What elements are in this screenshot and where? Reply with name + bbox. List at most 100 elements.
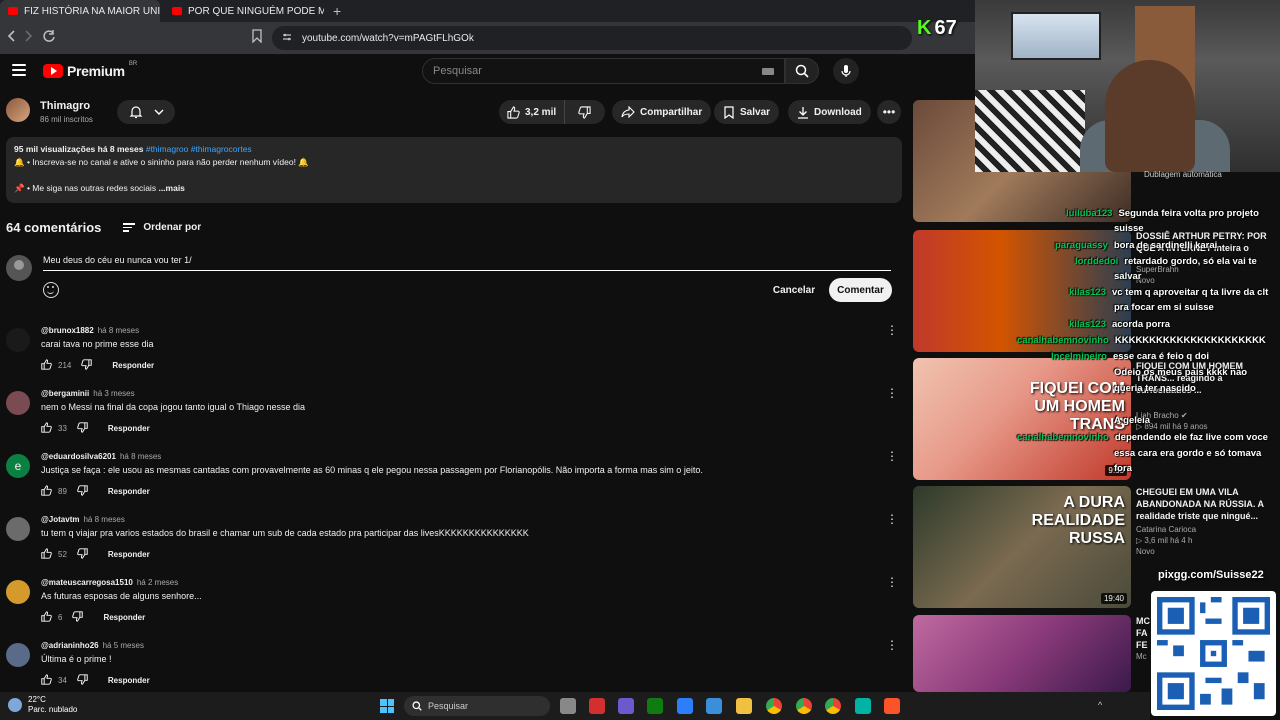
app-icon[interactable] <box>677 698 693 714</box>
keyboard-icon[interactable] <box>762 68 774 75</box>
thumbs-up-icon[interactable] <box>41 485 52 498</box>
thumbs-down-icon[interactable] <box>77 485 88 498</box>
windows-start-icon[interactable] <box>380 699 394 713</box>
file-explorer-icon[interactable] <box>736 698 752 714</box>
video-thumbnail[interactable] <box>913 615 1131 692</box>
voice-search-button[interactable] <box>833 58 859 84</box>
new-tab-button[interactable]: + <box>333 3 341 19</box>
site-info-icon[interactable] <box>282 32 292 45</box>
video-description[interactable]: 95 mil visualizações há 8 meses #thimagr… <box>6 137 902 203</box>
thumbs-up-icon[interactable] <box>41 422 52 435</box>
comment-more-icon[interactable]: ⋮ <box>886 387 898 399</box>
comment-more-icon[interactable]: ⋮ <box>886 324 898 336</box>
reply-button[interactable]: Responder <box>108 676 150 685</box>
download-button[interactable]: Download <box>788 100 871 124</box>
comment-author[interactable]: @bergaminii há 3 meses <box>41 389 135 398</box>
comment-actions: 214 Responder <box>41 359 154 372</box>
app-icon[interactable] <box>618 698 634 714</box>
thumbs-down-icon[interactable] <box>77 548 88 561</box>
reply-button[interactable]: Responder <box>112 361 154 370</box>
save-button[interactable]: Salvar <box>714 100 780 124</box>
channel-name[interactable]: Thimagro <box>40 100 90 112</box>
comment-avatar[interactable] <box>6 517 30 541</box>
comment-more-icon[interactable]: ⋮ <box>886 639 898 651</box>
comment-text: nem o Messi na final da copa jogou tanto… <box>41 402 306 412</box>
video-thumbnail[interactable]: FIQUEI COM UM HOMEM TRANS 9:55 <box>913 358 1131 480</box>
cancel-button[interactable]: Cancelar <box>766 278 822 302</box>
sort-icon <box>123 223 136 232</box>
thumbs-up-icon[interactable] <box>41 359 52 372</box>
dislike-button[interactable] <box>570 100 599 124</box>
back-icon[interactable] <box>6 29 16 46</box>
reload-icon[interactable] <box>42 29 56 46</box>
thumbs-up-icon[interactable] <box>41 674 52 687</box>
like-button[interactable]: 3,2 mil <box>499 100 566 124</box>
comment-input[interactable]: Meu deus do céu eu nunca vou ter 1/ <box>43 255 891 271</box>
taskbar-search[interactable]: Pesquisar <box>404 696 550 716</box>
bookmark-icon[interactable] <box>252 29 262 46</box>
chat-message: luiluba123 Segunda feira volta pro projet… <box>1066 208 1259 219</box>
comment-author[interactable]: @mateuscarregosa1510 há 2 meses <box>41 578 178 587</box>
task-view-icon[interactable] <box>560 698 576 714</box>
comment-author[interactable]: @brunox1882 há 8 meses <box>41 326 139 335</box>
comment-author[interactable]: @Jotavtm há 8 meses <box>41 515 125 524</box>
forward-icon[interactable] <box>24 29 34 46</box>
more-actions-icon[interactable]: ••• <box>877 100 901 124</box>
comment-avatar[interactable] <box>6 328 30 352</box>
reply-button[interactable]: Responder <box>108 487 150 496</box>
comment-avatar[interactable] <box>6 580 30 604</box>
comment-more-icon[interactable]: ⋮ <box>886 576 898 588</box>
sort-button[interactable]: Ordenar por <box>123 222 201 233</box>
comment-item: e @eduardosilva6201 há 8 meses Justiça se… <box>0 450 912 512</box>
app-icon[interactable] <box>589 698 605 714</box>
search-input[interactable]: Pesquisar <box>422 58 785 84</box>
reply-button[interactable]: Responder <box>108 424 150 433</box>
video-thumbnail[interactable]: A DURA REALIDADE RUSSA 19:40 <box>913 486 1131 608</box>
comment-submit-button[interactable]: Comentar <box>829 278 892 302</box>
chrome-icon[interactable] <box>825 698 841 714</box>
tray-expand-icon[interactable]: ^ <box>1098 700 1102 710</box>
thumbs-down-icon[interactable] <box>77 674 88 687</box>
notifications-button[interactable] <box>117 100 175 124</box>
reply-button[interactable]: Responder <box>103 613 145 622</box>
weather-widget[interactable]: 22°C Parc. nublado <box>8 695 77 715</box>
thumbs-up-icon[interactable] <box>41 611 52 624</box>
emoji-icon[interactable] <box>43 282 59 298</box>
brave-icon[interactable] <box>884 698 900 714</box>
comment-author[interactable]: @adrianinho26 há 5 meses <box>41 641 144 650</box>
search-button[interactable] <box>785 58 819 84</box>
chat-message: queria ter nascido <box>1114 383 1196 394</box>
app-icon[interactable] <box>706 698 722 714</box>
sort-label: Ordenar por <box>143 222 202 233</box>
temperature: 22°C <box>28 695 46 704</box>
thumbs-up-icon[interactable] <box>41 548 52 561</box>
hashtags[interactable]: #thimagroo #thimagrocortes <box>146 144 252 154</box>
comment-more-icon[interactable]: ⋮ <box>886 450 898 462</box>
thumbs-down-icon[interactable] <box>81 359 93 372</box>
search-icon <box>795 64 809 78</box>
comment-avatar[interactable]: e <box>6 454 30 478</box>
xbox-icon[interactable] <box>647 698 663 714</box>
comment-avatar[interactable] <box>6 391 30 415</box>
reply-button[interactable]: Responder <box>108 550 150 559</box>
comment-item: @adrianinho26 há 5 meses Última é o prime… <box>0 639 912 691</box>
chrome-icon[interactable] <box>766 698 782 714</box>
chrome-icon[interactable] <box>796 698 812 714</box>
hamburger-menu-icon[interactable] <box>12 64 26 76</box>
video-info[interactable]: MC FA FE Mc <box>1136 615 1152 662</box>
video-info[interactable]: CHEGUEI EM UMA VILA ABANDONADA NA RÚSSIA… <box>1136 486 1276 557</box>
url-field[interactable]: youtube.com/watch?v=mPAGtFLhGOk <box>272 26 912 50</box>
comment-avatar[interactable] <box>6 643 30 667</box>
app-icon[interactable] <box>855 698 871 714</box>
youtube-premium-logo[interactable]: Premium BR <box>43 61 137 79</box>
browser-tab-active[interactable]: FIZ HISTÓRIA NA MAIOR UNIVE × <box>0 0 160 22</box>
share-button[interactable]: Compartilhar <box>612 100 712 124</box>
thumbs-down-icon[interactable] <box>72 611 84 624</box>
thumbs-down-icon[interactable] <box>77 422 88 435</box>
channel-avatar[interactable] <box>6 98 30 122</box>
show-more-link[interactable]: ...mais <box>158 183 184 193</box>
comment-more-icon[interactable]: ⋮ <box>886 513 898 525</box>
comment-author[interactable]: @eduardosilva6201 há 8 meses <box>41 452 161 461</box>
browser-tab[interactable]: POR QUE NINGUÉM PODE MORAR N <box>164 0 324 22</box>
chat-message: lorddedoi retardado gordo, só ela vai te <box>1075 256 1257 267</box>
